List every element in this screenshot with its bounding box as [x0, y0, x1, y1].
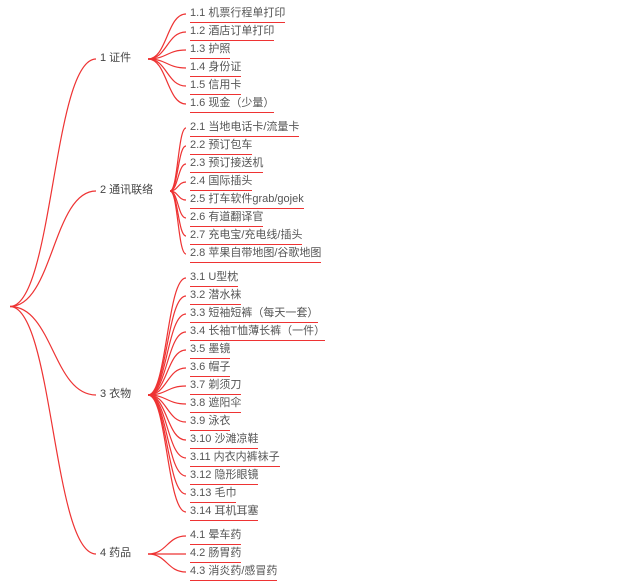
leaf-node-1-3: 1.3 护照 [190, 42, 230, 59]
leaf-node-4-2: 4.2 肠胃药 [190, 546, 241, 563]
leaf-node-3-9: 3.9 泳衣 [190, 414, 230, 431]
leaf-node-3-3: 3.3 短袖短裤（每天一套） [190, 306, 318, 323]
leaf-node-3-1: 3.1 U型枕 [190, 270, 238, 287]
leaf-node-3-14: 3.14 耳机耳塞 [190, 504, 258, 521]
leaf-node-1-1: 1.1 机票行程单打印 [190, 6, 285, 23]
leaf-node-4-3: 4.3 消炎药/感冒药 [190, 564, 277, 581]
leaf-node-1-5: 1.5 信用卡 [190, 78, 241, 95]
leaf-node-2-4: 2.4 国际插头 [190, 174, 252, 191]
leaf-node-2-7: 2.7 充电宝/充电线/插头 [190, 228, 302, 245]
leaf-node-3-12: 3.12 隐形眼镜 [190, 468, 258, 485]
leaf-node-1-2: 1.2 酒店订单打印 [190, 24, 274, 41]
leaf-node-3-11: 3.11 内衣内裤袜子 [190, 450, 280, 467]
leaf-node-2-5: 2.5 打车软件grab/gojek [190, 192, 304, 209]
branch-node-4: 4 药品 [100, 546, 131, 562]
leaf-node-3-8: 3.8 遮阳伞 [190, 396, 241, 413]
mindmap-canvas: 1 证件1.1 机票行程单打印1.2 酒店订单打印1.3 护照1.4 身份证1.… [0, 0, 639, 580]
leaf-node-2-2: 2.2 预订包车 [190, 138, 252, 155]
leaf-node-2-1: 2.1 当地电话卡/流量卡 [190, 120, 299, 137]
leaf-node-2-3: 2.3 预订接送机 [190, 156, 263, 173]
leaf-node-3-13: 3.13 毛巾 [190, 486, 236, 503]
branch-node-2: 2 通讯联络 [100, 183, 153, 199]
leaf-node-3-6: 3.6 帽子 [190, 360, 230, 377]
branch-node-1: 1 证件 [100, 51, 131, 67]
leaf-node-3-5: 3.5 墨镜 [190, 342, 230, 359]
leaf-node-3-2: 3.2 潜水袜 [190, 288, 241, 305]
leaf-node-3-7: 3.7 剃须刀 [190, 378, 241, 395]
leaf-node-4-1: 4.1 晕车药 [190, 528, 241, 545]
leaf-node-1-4: 1.4 身份证 [190, 60, 241, 77]
connector-lines [0, 0, 639, 580]
leaf-node-3-4: 3.4 长袖T恤薄长裤（一件） [190, 324, 325, 341]
leaf-node-2-6: 2.6 有道翻译官 [190, 210, 263, 227]
leaf-node-2-8: 2.8 苹果自带地图/谷歌地图 [190, 246, 321, 263]
branch-node-3: 3 衣物 [100, 387, 131, 403]
leaf-node-1-6: 1.6 现金（少量） [190, 96, 274, 113]
leaf-node-3-10: 3.10 沙滩凉鞋 [190, 432, 258, 449]
